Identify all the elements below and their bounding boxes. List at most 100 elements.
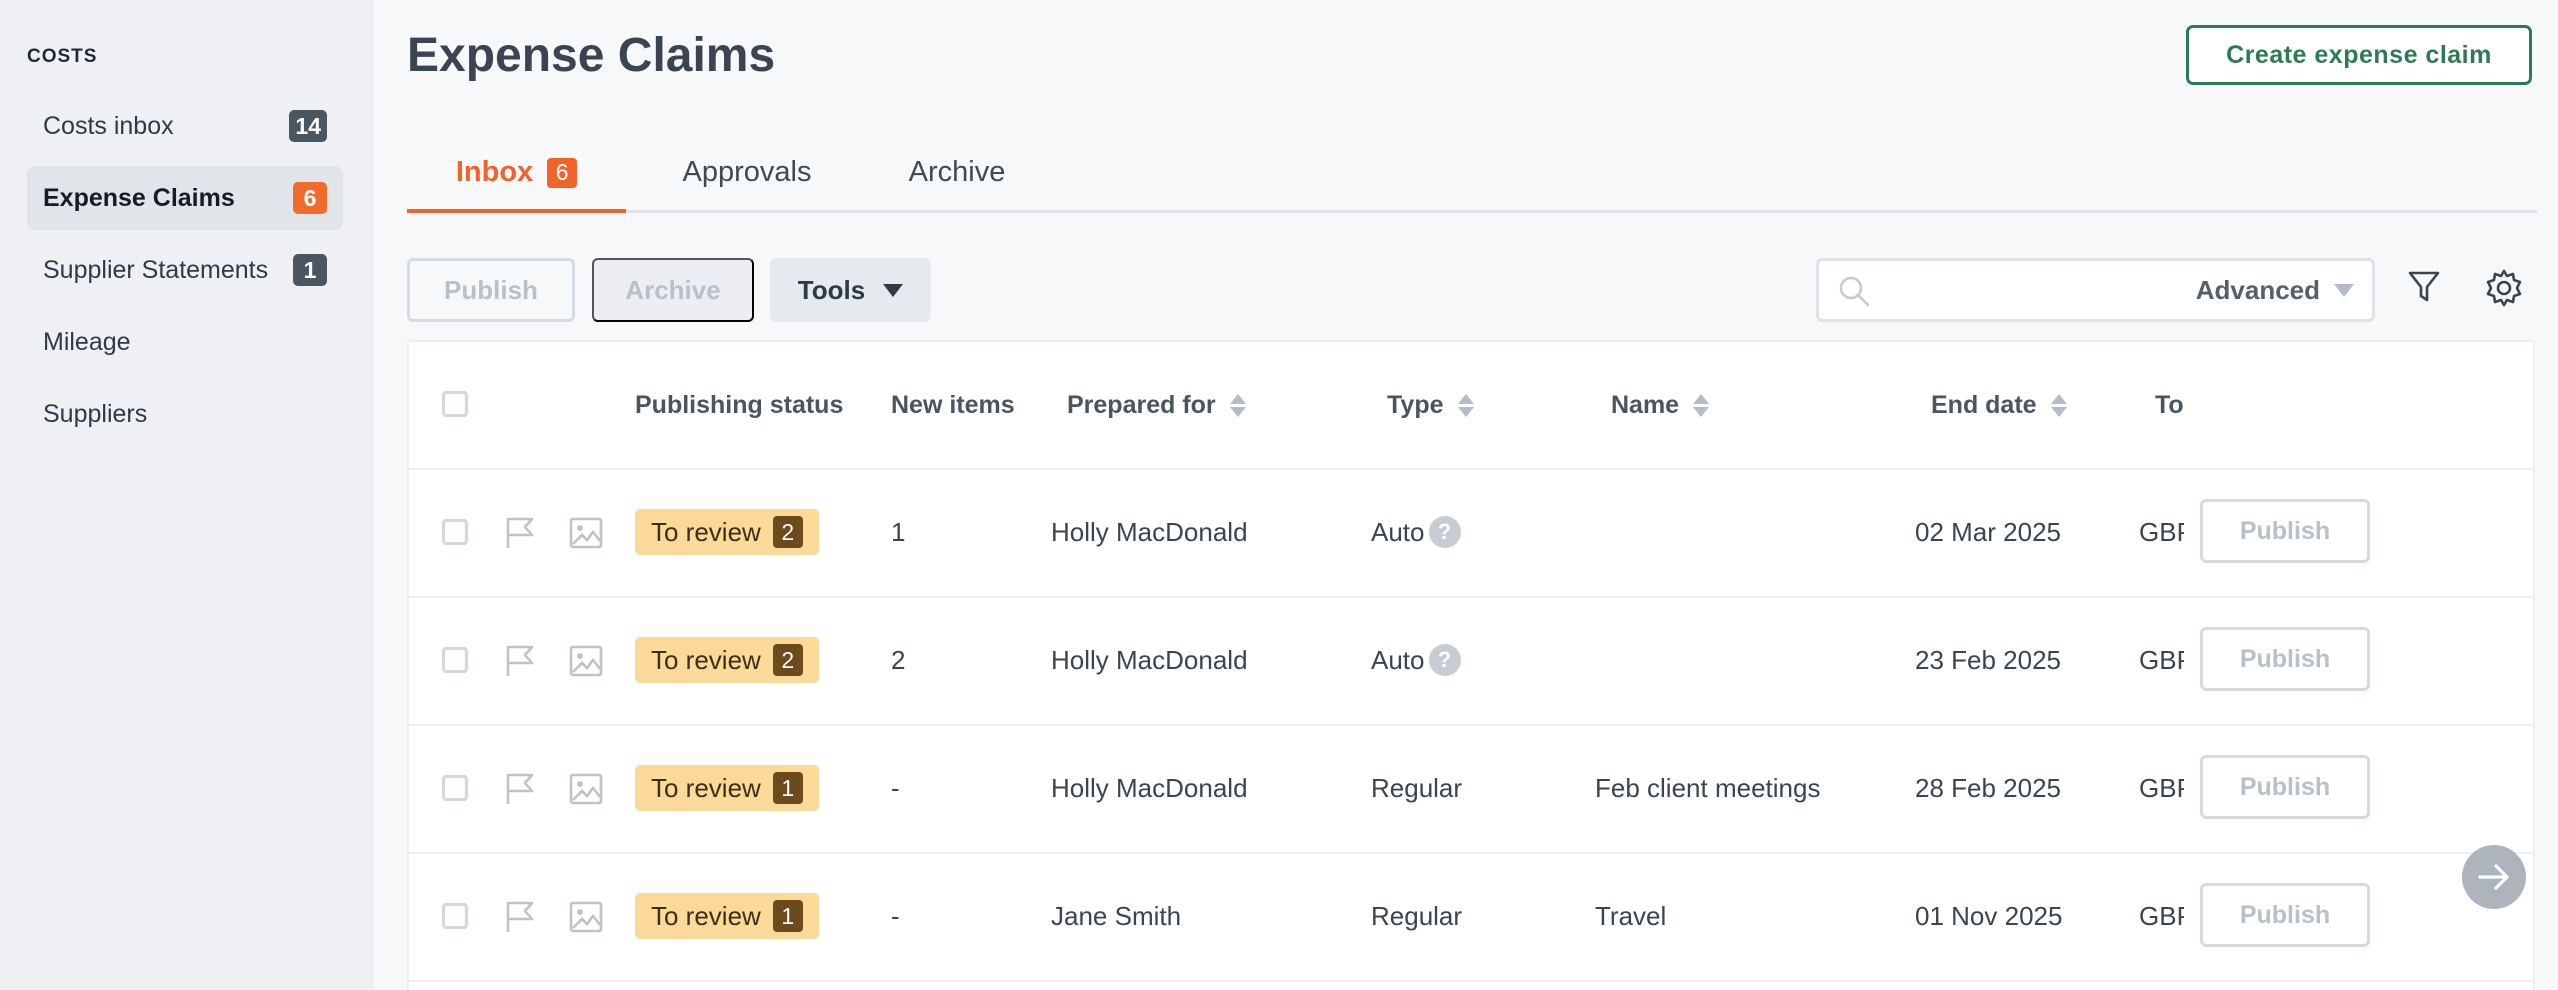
scroll-right-button[interactable] [2462,845,2526,909]
flag-icon[interactable] [504,644,536,678]
type-cell: Auto ? [1371,596,1461,724]
column-end-date[interactable]: End date [1931,342,2067,468]
new-items-cell: - [891,900,900,931]
expense-claims-table: Publishing status New items Prepared for… [407,340,2535,990]
row-checkbox[interactable] [442,903,468,929]
tools-dropdown[interactable]: Tools [770,258,931,322]
table-row[interactable]: To review 2 2 Holly MacDonald Auto ? 23 … [409,596,2533,726]
column-label: Name [1611,390,1680,419]
sidebar-item-label: Mileage [43,327,131,356]
end-date-cell: 28 Feb 2025 [1915,772,2062,803]
sort-icon [2050,393,2067,417]
image-icon[interactable] [569,645,603,677]
help-icon[interactable]: ? [1428,516,1461,548]
sidebar: COSTS Costs inbox 14 Expense Claims 6 Su… [0,0,374,990]
tab-inbox[interactable]: Inbox 6 [407,135,626,213]
status-count: 2 [772,516,803,548]
status-label: To review [651,772,761,803]
flag-icon[interactable] [504,772,536,806]
tab-label: Archive [908,156,1006,188]
flag-icon[interactable] [504,516,536,550]
status-badge: To review 2 [635,637,819,683]
column-label: End date [1931,390,2037,419]
count-badge: 6 [293,182,327,214]
sidebar-item-label: Suppliers [43,399,148,428]
search-input[interactable] [1881,269,2175,313]
type-label: Auto [1371,516,1425,547]
column-name[interactable]: Name [1611,342,1710,468]
status-label: To review [651,900,761,931]
type-label: Auto [1371,644,1425,675]
row-publish-button[interactable]: Publish [2200,883,2370,947]
table-row[interactable]: To review 1 - Holly MacDonald Regular Fe… [409,724,2533,854]
sidebar-item-label: Expense Claims [43,183,235,212]
tab-label: Inbox [455,156,534,188]
count-badge: 1 [293,254,327,286]
status-label: To review [651,516,761,547]
sort-icon [1457,393,1474,417]
search-box: Advanced [1816,258,2375,322]
sidebar-item-label: Costs inbox [43,111,174,140]
tab-approvals[interactable]: Approvals [647,135,847,210]
row-publish-button[interactable]: Publish [2200,499,2370,563]
advanced-search-dropdown[interactable]: Advanced [2196,261,2354,319]
type-cell: Regular [1371,772,1463,803]
gear-icon[interactable] [2484,268,2524,308]
end-date-cell: 01 Nov 2025 [1915,900,2063,931]
sidebar-heading: COSTS [27,46,98,67]
select-all-checkbox[interactable] [442,391,468,417]
table-row[interactable]: To review 1 - Jane Smith Regular Travel … [409,852,2533,982]
help-icon[interactable]: ? [1428,644,1461,676]
column-new-items: New items [891,390,1015,419]
filter-icon[interactable] [2406,268,2442,306]
type-cell: Auto ? [1371,468,1461,596]
prepared-for-cell: Holly MacDonald [1051,516,1248,547]
row-checkbox[interactable] [442,775,468,801]
prepared-for-cell: Holly MacDonald [1051,644,1248,675]
flag-icon[interactable] [504,900,536,934]
end-date-cell: 02 Mar 2025 [1915,516,2061,547]
new-items-cell: - [891,772,900,803]
create-expense-claim-button[interactable]: Create expense claim [2186,25,2532,85]
new-items-cell: 2 [891,644,906,675]
sidebar-item-label: Supplier Statements [43,255,269,284]
sort-icon [1693,393,1710,417]
column-type[interactable]: Type [1387,342,1474,468]
image-icon[interactable] [569,773,603,805]
column-label: Type [1387,390,1444,419]
row-publish-button[interactable]: Publish [2200,755,2370,819]
tools-label: Tools [797,274,866,305]
end-date-cell: 23 Feb 2025 [1915,644,2062,675]
prepared-for-cell: Holly MacDonald [1051,772,1248,803]
caret-down-icon [2334,283,2354,297]
column-label: Prepared for [1067,390,1216,419]
table-row[interactable]: To review 2 1 Holly MacDonald Auto ? 02 … [409,468,2533,598]
archive-button[interactable]: Archive [592,258,754,322]
image-icon[interactable] [569,517,603,549]
status-count: 1 [772,772,803,804]
status-count: 2 [772,644,803,676]
row-checkbox[interactable] [442,519,468,545]
row-publish-button[interactable]: Publish [2200,627,2370,691]
tab-label: Approvals [682,156,812,188]
column-total: To [2155,390,2184,419]
sidebar-item-supplier-statements[interactable]: Supplier Statements 1 [27,238,343,302]
type-cell: Regular [1371,900,1463,931]
sidebar-item-suppliers[interactable]: Suppliers [27,382,343,446]
image-icon[interactable] [569,901,603,933]
sidebar-item-costs-inbox[interactable]: Costs inbox 14 [27,94,343,158]
page-title: Expense Claims [407,29,776,82]
status-badge: To review 2 [635,509,819,555]
tab-archive[interactable]: Archive [872,135,1042,210]
status-badge: To review 1 [635,765,819,811]
name-cell: Feb client meetings [1595,772,1821,803]
row-checkbox[interactable] [442,647,468,673]
sidebar-item-mileage[interactable]: Mileage [27,310,343,374]
arrow-right-icon [2478,864,2509,890]
prepared-for-cell: Jane Smith [1051,900,1182,931]
sidebar-item-expense-claims[interactable]: Expense Claims 6 [27,166,343,230]
table-header: Publishing status New items Prepared for… [409,342,2533,470]
publish-button[interactable]: Publish [407,258,575,322]
column-prepared-for[interactable]: Prepared for [1067,342,1246,468]
total-cell: GBP [2139,644,2184,675]
